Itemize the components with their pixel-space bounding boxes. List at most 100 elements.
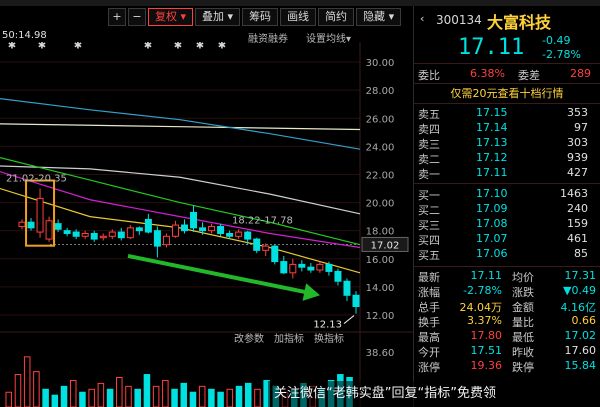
bid-level-row[interactable]: 买三 17.08 159 xyxy=(414,217,600,232)
stat-label: 今开 xyxy=(418,346,440,359)
bid-level-row[interactable]: 买四 17.07 461 xyxy=(414,232,600,247)
price-tick-label: 16.00 xyxy=(366,255,395,266)
order-ratio-value: 6.38% xyxy=(470,67,505,80)
volume-bar xyxy=(33,371,40,407)
kline-svg[interactable]: ✱ ✱ ✱ ✱ ✱ ✱ ✱ 30.00 28.00 26.00 24.00 22.00 20.00 18… xyxy=(0,42,413,407)
candle-body xyxy=(307,266,315,271)
ask-level-row[interactable]: 卖一 17.11 427 xyxy=(414,166,600,181)
volume-bar xyxy=(162,379,169,407)
overlay-button[interactable]: 叠加 ▾ xyxy=(195,8,241,26)
indicator-toolbar: 改参数 加指标 换指标 xyxy=(0,330,413,346)
ask-level-row[interactable]: 卖三 17.13 303 xyxy=(414,136,600,151)
book-separator xyxy=(414,181,600,184)
ask-label: 卖一 xyxy=(418,168,440,181)
ask-label: 卖四 xyxy=(418,123,440,136)
low-price-pointer xyxy=(343,315,355,324)
stat-value: 4.16亿 xyxy=(560,301,597,314)
ma-info-text: 50:14.98 xyxy=(2,30,47,41)
bid-vol: 85 xyxy=(574,247,588,260)
latest-price: 17.11 xyxy=(458,35,525,60)
stat-value: 24.04万 xyxy=(459,301,503,314)
volume-bar xyxy=(79,391,86,407)
candle-body xyxy=(235,231,243,237)
mid-price-label: 18.22-17.78 xyxy=(232,216,293,227)
event-star-icon: ✱ xyxy=(174,42,182,51)
chips-button[interactable]: 筹码 xyxy=(242,8,279,26)
volume-bar xyxy=(51,394,59,407)
fuquan-button[interactable]: 复权 ▾ xyxy=(148,8,194,26)
stat-row: 最高 17.80 最低 17.02 xyxy=(414,329,600,344)
price-tick-label: 26.00 xyxy=(366,114,395,125)
stat-label: 均价 xyxy=(512,271,534,284)
ask-vol: 303 xyxy=(567,136,588,149)
bid-book: 买一 17.10 1463 买二 17.09 240 买三 17.08 159 买四 17.07 46… xyxy=(414,187,600,262)
price-tick-label: 20.00 xyxy=(366,199,395,210)
volume-bar xyxy=(60,385,68,407)
candle-body xyxy=(144,218,152,233)
order-ratio-row: 委比 6.38% 委差 289 xyxy=(414,64,600,84)
ask-price: 17.12 xyxy=(476,151,508,164)
bid-price: 17.06 xyxy=(476,247,508,260)
ask-book: 卖五 17.15 353 卖四 17.14 97 卖三 17.13 303 卖二 17.12 939 卖… xyxy=(414,104,600,181)
candle-body xyxy=(162,235,170,246)
promo-watermark: 关注微信“老韩实盘”回复“指标”免费领 xyxy=(268,381,600,407)
hide-button[interactable]: 隐藏 ▾ xyxy=(356,8,402,26)
chevron-left-icon[interactable]: ‹ xyxy=(420,12,424,25)
add-indicator-button[interactable]: 加指标 xyxy=(274,330,304,345)
candle-body xyxy=(63,230,71,234)
level2-quote-link[interactable]: 仅需20元查看十档行情 xyxy=(414,84,600,104)
candle-body xyxy=(81,232,89,237)
order-diff-value: 289 xyxy=(570,67,591,80)
ask-level-row[interactable]: 卖五 17.15 353 xyxy=(414,106,600,121)
volume-bar xyxy=(125,385,132,407)
simple-mode-button[interactable]: 简约 xyxy=(318,8,355,26)
volume-bar xyxy=(88,388,95,407)
volume-bar xyxy=(180,382,188,407)
stat-label: 最新 xyxy=(418,271,440,284)
bid-level-row[interactable]: 买一 17.10 1463 xyxy=(414,187,600,202)
change-indicator-button[interactable]: 换指标 xyxy=(314,330,344,345)
event-star-icon: ✱ xyxy=(38,42,46,51)
bid-label: 买五 xyxy=(418,249,440,262)
draw-line-button[interactable]: 画线 xyxy=(280,8,317,26)
candle-body xyxy=(352,294,360,308)
zoom-in-button[interactable]: + xyxy=(108,8,126,26)
stat-value: 15.84 xyxy=(564,359,597,372)
stat-value: ▼0.49 xyxy=(563,284,596,297)
volume-bar xyxy=(152,385,160,407)
modify-params-button[interactable]: 改参数 xyxy=(234,330,264,345)
ask-vol: 427 xyxy=(567,166,588,179)
volume-bar xyxy=(208,388,215,407)
event-star-icon: ✱ xyxy=(8,42,16,51)
zoom-out-button[interactable]: − xyxy=(128,8,146,26)
event-star-icon: ✱ xyxy=(144,42,152,51)
candle-body xyxy=(226,232,234,237)
ask-price: 17.15 xyxy=(476,106,508,119)
candle-body xyxy=(45,220,53,240)
ask-level-row[interactable]: 卖四 17.14 97 xyxy=(414,121,600,136)
candle-body xyxy=(208,225,216,232)
low-price-label: 12.13 xyxy=(313,320,342,331)
trend-arrow-head xyxy=(302,283,320,301)
stat-label: 涨跌 xyxy=(512,286,534,299)
dropdown-arrow-icon: ▾ xyxy=(388,10,395,23)
chart-grid: ✱ ✱ ✱ ✱ ✱ ✱ ✱ xyxy=(0,42,413,407)
stock-code: 300134 xyxy=(436,13,482,27)
price-tick-label: 22.00 xyxy=(366,170,395,181)
bid-level-row[interactable]: 买二 17.09 240 xyxy=(414,202,600,217)
bid-level-row[interactable]: 买五 17.06 85 xyxy=(414,247,600,262)
chart-toolbar: + − 复权 ▾ 叠加 ▾ 筹码 画线 简约 隐藏 ▾ xyxy=(108,8,403,26)
stat-row: 今开 17.51 昨收 17.60 xyxy=(414,344,600,359)
price-tick-label: 28.00 xyxy=(366,86,395,97)
ask-vol: 97 xyxy=(574,121,588,134)
stock-name: 大富科技 xyxy=(487,13,552,32)
volume-axis-label: 38.60 xyxy=(366,348,395,359)
bid-label: 买三 xyxy=(418,219,440,232)
candle-body xyxy=(244,231,252,240)
candle-body xyxy=(126,227,134,239)
price-tick-label: 14.00 xyxy=(366,283,395,294)
volume-bar xyxy=(226,388,234,407)
price-tick-label: 12.00 xyxy=(366,311,395,322)
ask-level-row[interactable]: 卖二 17.12 939 xyxy=(414,151,600,166)
candle-body xyxy=(298,263,306,268)
